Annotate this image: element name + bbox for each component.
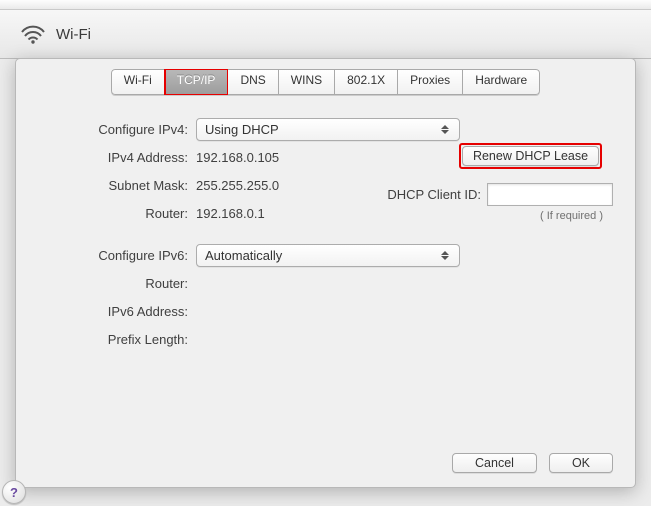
ipv4-router-label: Router: xyxy=(38,206,196,221)
cancel-button[interactable]: Cancel xyxy=(452,453,537,473)
subnet-mask-value: 255.255.255.0 xyxy=(196,178,279,193)
ipv4-address-value: 192.168.0.105 xyxy=(196,150,279,165)
dhcp-controls: Renew DHCP Lease DHCP Client ID: ( If re… xyxy=(448,143,613,222)
configure-ipv6-select[interactable]: Automatically xyxy=(196,244,460,267)
renew-dhcp-lease-button[interactable]: Renew DHCP Lease xyxy=(462,146,599,166)
tab-tcpip[interactable]: TCP/IP xyxy=(165,69,229,95)
dhcp-client-id-hint: ( If required ) xyxy=(448,210,613,222)
prefix-length-label: Prefix Length: xyxy=(38,332,196,347)
segmented-control: Wi-Fi TCP/IP DNS WINS 802.1X Proxies Har… xyxy=(111,69,540,95)
updown-icon xyxy=(441,125,455,134)
dhcp-client-id-input[interactable] xyxy=(487,183,613,206)
ok-button[interactable]: OK xyxy=(549,453,613,473)
tab-wifi[interactable]: Wi-Fi xyxy=(111,69,165,95)
window: Wi-Fi Wi-Fi TCP/IP DNS WINS 802.1X Proxi… xyxy=(0,0,651,506)
subnet-mask-label: Subnet Mask: xyxy=(38,178,196,193)
header-toolbar: Wi-Fi xyxy=(0,10,651,59)
help-button[interactable]: ? xyxy=(2,480,26,504)
tab-proxies[interactable]: Proxies xyxy=(398,69,463,95)
tab-hardware[interactable]: Hardware xyxy=(463,69,540,95)
configure-ipv6-value: Automatically xyxy=(205,248,282,263)
updown-icon xyxy=(441,251,455,260)
wifi-icon xyxy=(20,24,46,44)
tab-wins[interactable]: WINS xyxy=(279,69,335,95)
footer-buttons: Cancel OK xyxy=(452,453,613,473)
configure-ipv4-select[interactable]: Using DHCP xyxy=(196,118,460,141)
ipv4-address-label: IPv4 Address: xyxy=(38,150,196,165)
configure-ipv4-label: Configure IPv4: xyxy=(38,122,196,137)
ipv6-router-label: Router: xyxy=(38,276,196,291)
tab-content: Configure IPv4: Using DHCP IPv4 Address:… xyxy=(16,95,635,353)
ipv6-address-label: IPv6 Address: xyxy=(38,304,196,319)
titlebar xyxy=(0,0,651,10)
configure-ipv6-label: Configure IPv6: xyxy=(38,248,196,263)
configure-ipv4-value: Using DHCP xyxy=(205,122,279,137)
settings-sheet: Wi-Fi TCP/IP DNS WINS 802.1X Proxies Har… xyxy=(15,58,636,488)
header-title: Wi-Fi xyxy=(56,26,91,43)
dhcp-client-id-label: DHCP Client ID: xyxy=(387,187,481,202)
tab-bar: Wi-Fi TCP/IP DNS WINS 802.1X Proxies Har… xyxy=(16,69,635,95)
tab-dns[interactable]: DNS xyxy=(228,69,278,95)
ipv4-router-value: 192.168.0.1 xyxy=(196,206,265,221)
tab-8021x[interactable]: 802.1X xyxy=(335,69,398,95)
